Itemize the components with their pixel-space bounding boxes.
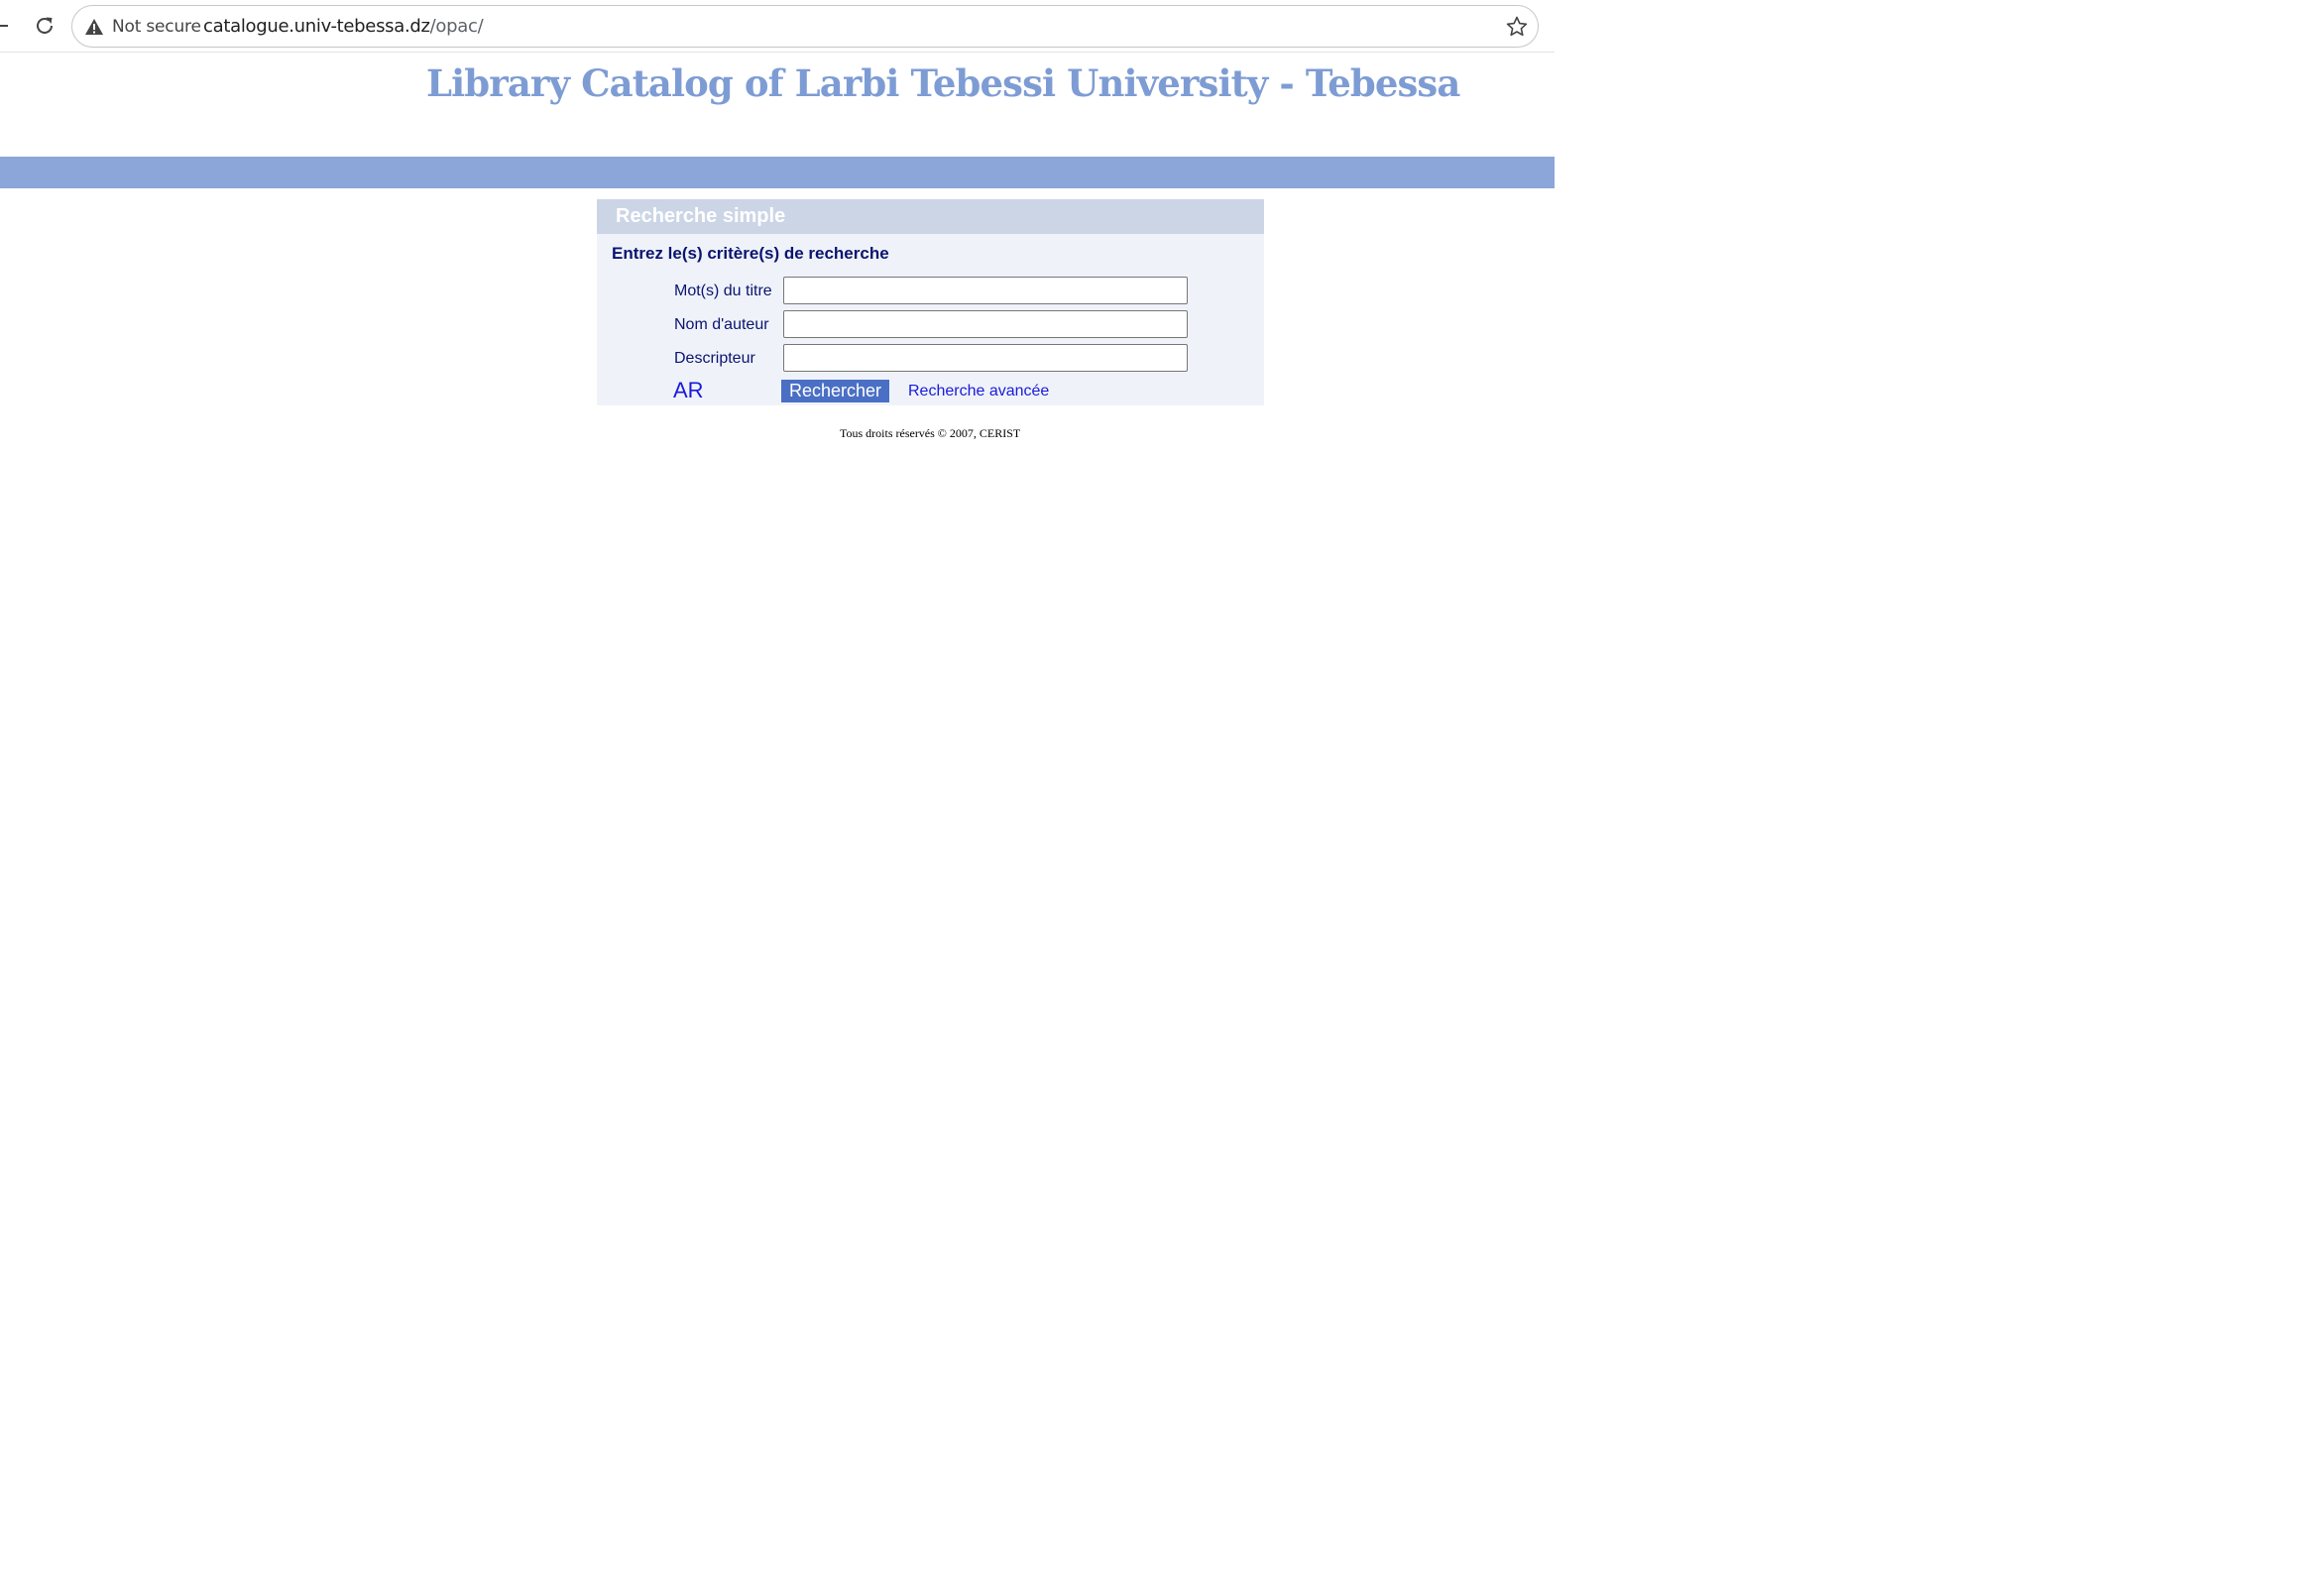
site-title: Library Catalog of Larbi Tebessi Univers… (426, 61, 1460, 105)
arabic-language-link[interactable]: AR (673, 378, 704, 403)
url-host: catalogue.univ-tebessa.dz (203, 16, 430, 37)
author-name-label: Nom d'auteur (674, 316, 769, 333)
star-icon[interactable] (1505, 15, 1529, 39)
address-bar[interactable]: Not secure catalogue.univ-tebessa.dz/opa… (71, 5, 1539, 48)
copyright-footer: Tous droits réservés © 2007, CERIST (840, 426, 1021, 440)
browser-toolbar: Not secure catalogue.univ-tebessa.dz/opa… (0, 0, 1555, 53)
descriptor-label: Descripteur (674, 350, 755, 367)
back-arrow-icon[interactable] (0, 25, 8, 27)
title-words-input[interactable] (783, 277, 1188, 304)
security-label[interactable]: Not secure (112, 17, 201, 37)
title-words-label: Mot(s) du titre (674, 283, 772, 299)
header-band (0, 157, 1555, 188)
panel-title: Recherche simple (616, 205, 786, 227)
url-path: /opac/ (429, 16, 484, 37)
search-button[interactable]: Rechercher (781, 380, 889, 402)
reload-icon[interactable] (33, 14, 57, 38)
search-instructions: Entrez le(s) critère(s) de recherche (612, 244, 889, 263)
panel-header: Recherche simple (597, 199, 1264, 234)
author-name-input[interactable] (783, 310, 1188, 338)
warning-icon[interactable] (84, 17, 104, 37)
simple-search-panel: Recherche simple Entrez le(s) critère(s)… (597, 199, 1264, 405)
url-text[interactable]: catalogue.univ-tebessa.dz/opac/ (203, 16, 484, 37)
advanced-search-link[interactable]: Recherche avancée (908, 383, 1049, 400)
descriptor-input[interactable] (783, 344, 1188, 372)
